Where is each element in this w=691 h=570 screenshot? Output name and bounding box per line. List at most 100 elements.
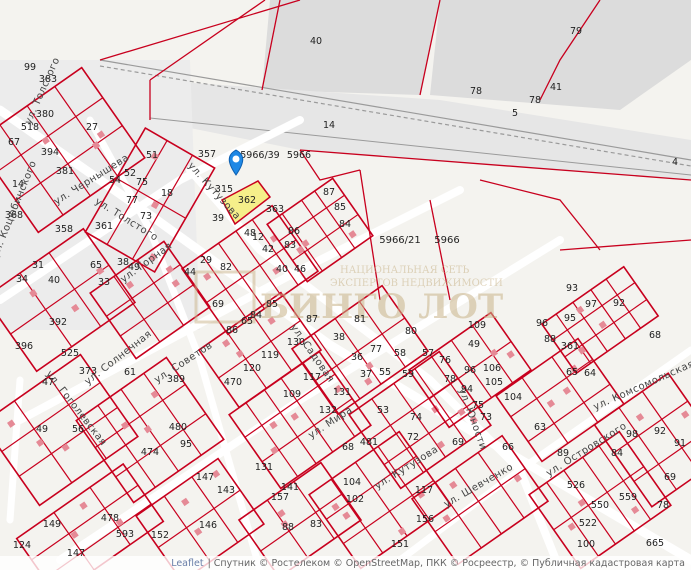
parcel-number: 5966 xyxy=(287,150,311,161)
parcel-number: 69 xyxy=(452,437,464,448)
parcel-number: 69 xyxy=(212,299,224,310)
parcel-number: 96 xyxy=(464,365,476,376)
parcel-number: 65 xyxy=(90,260,102,271)
cadastral-map[interactable]: НАЦИОНАЛЬНАЯ СЕТЬ ЭКСПЕРТОВ НЕДВИЖИМОСТИ… xyxy=(0,0,691,570)
parcel-number: 117 xyxy=(303,372,321,383)
parcel-number: 131 xyxy=(333,387,351,398)
parcel-number: 36 xyxy=(351,352,363,363)
parcel-number: 59 xyxy=(402,369,414,380)
parcel-number: 57 xyxy=(422,348,434,359)
parcel-number: 42 xyxy=(262,244,274,255)
parcel-number: 526 xyxy=(567,480,585,491)
parcel-number: 5966/39 xyxy=(240,150,279,161)
parcel-number: 39 xyxy=(212,213,224,224)
parcel-number: 65 xyxy=(566,367,578,378)
parcel-number: 66 xyxy=(502,442,514,453)
parcel-number: 478 xyxy=(101,513,119,524)
map-canvas[interactable]: НАЦИОНАЛЬНАЯ СЕТЬ ЭКСПЕРТОВ НЕДВИЖИМОСТИ… xyxy=(0,0,691,570)
parcel-number: 75 xyxy=(136,177,148,188)
parcel-number: 84 xyxy=(250,310,262,321)
parcel-number: 84 xyxy=(339,219,351,230)
parcel-number: 41 xyxy=(550,82,562,93)
large-parcel-labels: 5966/21 5966 xyxy=(379,235,460,246)
parcel-number: 99 xyxy=(24,62,36,73)
parcel-number: 31 xyxy=(32,260,44,271)
parcel-number: 73 xyxy=(140,211,152,222)
parcel-number: 96 xyxy=(536,318,548,329)
parcel-number: 149 xyxy=(43,519,61,530)
parcel-number: 27 xyxy=(86,122,98,133)
parcel-number: 38 xyxy=(333,332,345,343)
parcel-number: 593 xyxy=(116,529,134,540)
parcel-number: 104 xyxy=(343,477,361,488)
parcel-number: 92 xyxy=(654,426,666,437)
parcel-number: 109 xyxy=(283,389,301,400)
parcel-number: 86 xyxy=(226,325,238,336)
parcel-number: 77 xyxy=(126,195,138,206)
parcel-number: 18 xyxy=(161,188,173,199)
parcel-number: 88 xyxy=(282,522,294,533)
parcel-number: 480 xyxy=(169,422,187,433)
parcel-number: 84 xyxy=(611,448,623,459)
parcel-number: 106 xyxy=(483,363,501,374)
leaflet-link[interactable]: Leaflet xyxy=(171,558,203,569)
parcel-number: 54 xyxy=(109,175,121,186)
parcel-number: 74 xyxy=(410,412,422,423)
parcel-number: 381 xyxy=(56,166,74,177)
parcel-number: 40 xyxy=(310,36,322,47)
parcel-number: 85 xyxy=(334,202,346,213)
parcel-number: 362 xyxy=(238,195,256,206)
parcel-number: 100 xyxy=(577,539,595,550)
parcel-cadastral-number: 5966/21 xyxy=(379,235,421,246)
parcel-number: 73 xyxy=(480,412,492,423)
parcel-number: 143 xyxy=(217,485,235,496)
parcel-number: 83 xyxy=(284,240,296,251)
parcel-number: 49 xyxy=(36,424,48,435)
parcel-number: 124 xyxy=(13,540,31,551)
parcel-number: 56 xyxy=(72,424,84,435)
parcel-number: 665 xyxy=(646,538,664,549)
parcel-number: 522 xyxy=(579,518,597,529)
parcel-number: 525 xyxy=(61,348,79,359)
parcel-number: 93 xyxy=(566,283,578,294)
parcel-number: 78 xyxy=(529,95,541,106)
parcel-number: 40 xyxy=(276,264,288,275)
attribution-text: | Спутник © Ростелеком © OpenStreetMap, … xyxy=(207,557,685,569)
parcel-number: 78 xyxy=(470,86,482,97)
parcel-number: 37 xyxy=(360,369,372,380)
parcel-number: 559 xyxy=(619,492,637,503)
parcel-number: 87 xyxy=(323,187,335,198)
parcel-number: 156 xyxy=(416,514,434,525)
parcel-number: 29 xyxy=(200,255,212,266)
parcel-number: 119 xyxy=(261,350,279,361)
parcel-number: 95 xyxy=(180,439,192,450)
parcel-number: 396 xyxy=(15,341,33,352)
parcel-number: 78 xyxy=(657,500,669,511)
watermark-brand: БИНГО ЛОТ xyxy=(260,287,503,327)
parcel-number: 117 xyxy=(415,485,433,496)
parcel-number: 157 xyxy=(271,492,289,503)
parcel-number: 67 xyxy=(8,137,20,148)
parcel-number: 80 xyxy=(405,326,417,337)
parcel-number: 33 xyxy=(98,277,110,288)
parcel-number: 152 xyxy=(151,530,169,541)
parcel-number: 81 xyxy=(354,314,366,325)
parcel-number: 61 xyxy=(124,367,136,378)
parcel-cadastral-number: 5966 xyxy=(434,235,459,246)
parcel-number: 361 xyxy=(95,221,113,232)
parcel-number: 40 xyxy=(48,275,60,286)
parcel-number: 88 xyxy=(544,334,556,345)
parcel-number: 83 xyxy=(310,519,322,530)
parcel-number: 51 xyxy=(146,150,158,161)
parcel-number: 95 xyxy=(564,313,576,324)
parcel-number: 131 xyxy=(255,462,273,473)
parcel-number: 358 xyxy=(55,224,73,235)
watermark-line1: НАЦИОНАЛЬНАЯ СЕТЬ xyxy=(340,265,469,276)
parcel-number: 46 xyxy=(294,264,306,275)
parcel-number: 52 xyxy=(124,168,136,179)
parcel-number: 34 xyxy=(16,274,28,285)
parcel-number: 55 xyxy=(379,367,391,378)
parcel-number: 109 xyxy=(468,320,486,331)
parcel-number: 63 xyxy=(534,422,546,433)
parcel-number: 78 xyxy=(444,374,456,385)
